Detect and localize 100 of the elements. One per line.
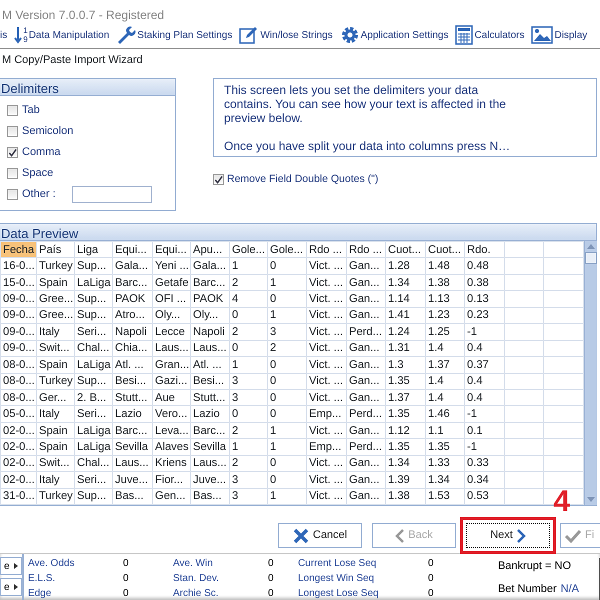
column-header[interactable]: Fecha: [0, 242, 36, 258]
table-cell: Sup...: [74, 290, 112, 308]
step-number: 4: [553, 487, 570, 517]
table-cell: 0.53: [464, 488, 504, 504]
table-cell: Gan...: [346, 290, 386, 308]
checkbox[interactable]: [7, 147, 18, 158]
table-cell: 02-0...: [0, 422, 36, 439]
table-cell: Juve...: [190, 472, 230, 488]
table-cell: 1.35: [386, 438, 426, 456]
column-header[interactable]: Rdo ...: [346, 242, 386, 258]
table-cell: Gan...: [346, 274, 386, 291]
info-text: This screen lets you set the delimiters your data contains. You can see how your text is affected in the preview below.: [224, 83, 507, 125]
scroll-thumb[interactable]: [585, 252, 597, 264]
table-cell: 0.4: [464, 389, 504, 406]
column-header[interactable]: País: [36, 242, 74, 258]
table-cell: Gazi...: [152, 373, 190, 390]
column-header[interactable]: Gole...: [268, 242, 306, 258]
side-button[interactable]: e: [0, 578, 22, 596]
table-cell: 1.14: [386, 290, 426, 308]
table-cell: 3: [268, 324, 306, 340]
checkbox[interactable]: [213, 174, 224, 186]
table-cell: Gan...: [346, 373, 386, 390]
table-cell: Vict. ...: [306, 422, 346, 439]
column-header[interactable]: Apu...: [190, 242, 230, 258]
table-cell: 0: [268, 290, 306, 308]
table-cell: Spain: [36, 422, 74, 439]
column-header[interactable]: Cuot...: [386, 242, 426, 258]
table-cell: Vero...: [152, 406, 190, 422]
toolbar-button[interactable]: Win/lose Strings: [239, 25, 333, 46]
table-cell: Sup...: [74, 307, 112, 324]
checkbox[interactable]: [7, 168, 18, 179]
table-cell: Spain: [36, 438, 74, 456]
stat-label: Stan. Dev.: [172, 572, 220, 586]
stat-label: Current Lose Seq: [298, 557, 378, 571]
stat-value: 0: [428, 557, 435, 571]
checkbox[interactable]: [7, 126, 18, 137]
table-cell: Chia...: [112, 340, 152, 357]
table-cell: 1.33: [426, 455, 464, 472]
column-header[interactable]: Gole...: [230, 242, 268, 258]
scroll-up-icon[interactable]: [587, 244, 595, 249]
column-header[interactable]: Liga: [74, 242, 112, 258]
wizard-button[interactable]: Cancel: [278, 523, 362, 548]
table-cell: 1.24: [386, 324, 426, 340]
image-icon: [531, 26, 554, 44]
table-cell: Vict. ...: [306, 307, 346, 324]
checkbox[interactable]: [7, 105, 18, 116]
toolbar-button[interactable]: is: [0, 28, 8, 43]
table-cell: 1.35: [386, 373, 426, 390]
scroll-down-icon[interactable]: [587, 497, 595, 502]
table-cell: Vict. ...: [306, 389, 346, 406]
column-header[interactable]: Equi...: [112, 242, 152, 258]
window-title: M Version 7.0.0.7 - Registered: [1, 7, 166, 22]
table-cell: 16-0...: [0, 258, 36, 274]
column-header[interactable]: Cuot...: [426, 242, 464, 258]
side-button[interactable]: e: [0, 557, 22, 575]
table-cell: 08-0...: [0, 389, 36, 406]
table-cell: 0.1: [464, 422, 504, 439]
table-cell: 2: [230, 455, 268, 472]
checkbox-label: Space: [22, 166, 54, 182]
column-header[interactable]: Rdo ...: [306, 242, 346, 258]
table-cell: Barc...: [112, 274, 152, 291]
table-cell: Turkey: [36, 258, 74, 274]
column-header[interactable]: Rdo.: [464, 242, 504, 258]
table-cell: 1.13: [426, 290, 464, 308]
stat-value: 0: [428, 572, 435, 586]
table-cell: 02-0...: [0, 438, 36, 456]
table-cell: -1: [464, 324, 504, 340]
toolbar-button[interactable]: Application Settings: [340, 25, 448, 46]
checkbox[interactable]: [7, 189, 18, 200]
bankrupt-status: Bankrupt = NO: [498, 559, 572, 574]
table-cell: Bas...: [112, 488, 152, 504]
column-header[interactable]: Equi...: [152, 242, 190, 258]
table-cell: 09-0...: [0, 290, 36, 308]
table-cell: Gan...: [346, 422, 386, 439]
input-field[interactable]: [72, 186, 152, 203]
table-cell: Laus...: [112, 455, 152, 472]
table-cell: Besi...: [190, 373, 230, 390]
table-cell: Laus...: [152, 340, 190, 357]
table-cell: 1.37: [386, 389, 426, 406]
table-cell: 08-0...: [0, 356, 36, 373]
stat-label: Longest Win Seq: [298, 572, 376, 586]
calculator-icon: [455, 25, 474, 46]
scrollbar[interactable]: [584, 241, 597, 505]
table-cell: Gala...: [190, 258, 230, 274]
table-cell: 2: [230, 422, 268, 439]
table-cell: 0.4: [464, 373, 504, 390]
table-cell: 1.35: [426, 438, 464, 456]
toolbar-button[interactable]: Staking Plan Settings: [116, 25, 232, 46]
table-cell: 09-0...: [0, 307, 36, 324]
stat-label: Archie Sc.: [172, 587, 220, 600]
stat-value: 0: [122, 557, 130, 571]
toolbar-button[interactable]: Display: [531, 26, 588, 44]
table-cell: Emp...: [306, 406, 346, 422]
table-cell: Vict. ...: [306, 455, 346, 472]
table-cell: Seri...: [74, 324, 112, 340]
table-cell: 02-0...: [0, 455, 36, 472]
table-cell: Gree...: [36, 307, 74, 324]
toolbar-button[interactable]: Calculators: [455, 25, 524, 46]
table-cell: 1.25: [426, 324, 464, 340]
table-cell: LaLiga: [74, 356, 112, 373]
